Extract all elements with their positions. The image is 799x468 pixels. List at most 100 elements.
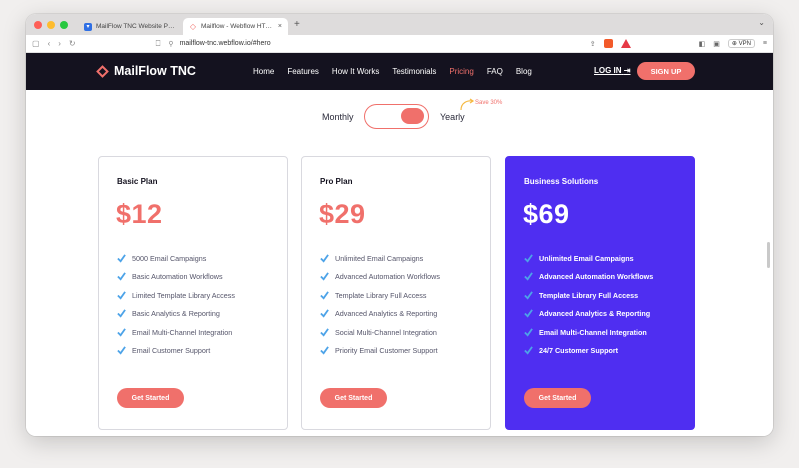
feature-text: 24/7 Customer Support bbox=[539, 346, 619, 356]
feature-text: Advanced Analytics & Reporting bbox=[335, 309, 438, 319]
check-icon bbox=[117, 309, 126, 318]
plan-price: $29 bbox=[319, 199, 366, 229]
feature-item: 24/7 Customer Support bbox=[524, 342, 653, 361]
rewards-icon[interactable] bbox=[620, 39, 631, 48]
check-icon bbox=[320, 346, 329, 355]
nav-how-it-works[interactable]: How It Works bbox=[332, 67, 379, 76]
window-controls bbox=[34, 20, 68, 29]
get-started-button[interactable]: Get Started bbox=[117, 388, 184, 408]
toggle-knob bbox=[401, 108, 424, 124]
bookmark-icon[interactable]: ⎕ bbox=[156, 39, 161, 49]
tab-title: MailFlow TNC Website Page Tem… bbox=[96, 23, 177, 30]
plan-card-business: Business Solutions $69 Unlimited Email C… bbox=[505, 156, 695, 430]
monthly-label[interactable]: Monthly bbox=[322, 112, 354, 122]
feature-text: Basic Automation Workflows bbox=[132, 272, 223, 282]
feature-item: Priority Email Customer Support bbox=[320, 342, 440, 361]
yearly-label[interactable]: Yearly bbox=[440, 112, 465, 122]
get-started-button[interactable]: Get Started bbox=[524, 388, 591, 408]
feature-item: 5000 Email Campaigns bbox=[117, 249, 235, 268]
check-icon bbox=[320, 291, 329, 300]
browser-window: ▾ MailFlow TNC Website Page Tem… ◇ Mailf… bbox=[26, 14, 773, 436]
feature-text: Basic Analytics & Reporting bbox=[132, 309, 220, 319]
login-link[interactable]: LOG IN ⇥ bbox=[594, 66, 631, 75]
site-settings-icon[interactable]: ⚲ bbox=[168, 40, 173, 48]
close-tab-icon[interactable]: × bbox=[278, 23, 282, 30]
billing-toggle-switch[interactable] bbox=[364, 104, 429, 129]
mailflow-favicon-icon: ◇ bbox=[189, 22, 197, 31]
plan-name: Business Solutions bbox=[524, 177, 599, 186]
feature-item: Template Library Full Access bbox=[320, 286, 440, 305]
reload-icon[interactable]: ↻ bbox=[69, 39, 76, 48]
nav-home[interactable]: Home bbox=[253, 67, 274, 76]
check-icon bbox=[117, 346, 126, 355]
nav-pricing[interactable]: Pricing bbox=[449, 67, 473, 76]
minimize-window-button[interactable] bbox=[47, 20, 55, 29]
check-icon bbox=[320, 328, 329, 337]
main-nav: Home Features How It Works Testimonials … bbox=[253, 67, 532, 76]
check-icon bbox=[117, 291, 126, 300]
plan-price: $69 bbox=[523, 199, 570, 229]
nav-testimonials[interactable]: Testimonials bbox=[392, 67, 436, 76]
back-icon[interactable]: ‹ bbox=[48, 39, 51, 48]
feature-text: Email Customer Support bbox=[132, 346, 211, 356]
check-icon bbox=[524, 254, 533, 263]
url-field[interactable]: ⚲ mailflow-tnc.webflow.io/#hero bbox=[168, 40, 270, 48]
plan-name: Pro Plan bbox=[320, 177, 353, 186]
close-window-button[interactable] bbox=[34, 20, 42, 29]
diamond-logo-icon bbox=[96, 64, 109, 78]
check-icon bbox=[117, 272, 126, 281]
check-icon bbox=[320, 309, 329, 318]
share-icon[interactable]: ⇪ bbox=[590, 40, 596, 48]
forward-icon[interactable]: › bbox=[58, 39, 61, 48]
feature-item: Basic Automation Workflows bbox=[117, 268, 235, 287]
check-icon bbox=[117, 254, 126, 263]
maximize-window-button[interactable] bbox=[60, 20, 68, 29]
feature-text: Priority Email Customer Support bbox=[335, 346, 438, 356]
plan-card-pro: Pro Plan $29 Unlimited Email Campaigns A… bbox=[301, 156, 491, 430]
feature-item: Advanced Analytics & Reporting bbox=[320, 305, 440, 324]
feature-text: Advanced Automation Workflows bbox=[335, 272, 440, 282]
menu-icon[interactable]: ≡ bbox=[763, 40, 767, 47]
feature-item: Email Customer Support bbox=[117, 342, 235, 361]
tab-mailflow-template[interactable]: ▾ MailFlow TNC Website Page Tem… bbox=[78, 18, 183, 35]
feature-text: Advanced Automation Workflows bbox=[539, 272, 654, 282]
feature-text: Template Library Full Access bbox=[539, 290, 639, 300]
get-started-button[interactable]: Get Started bbox=[320, 388, 387, 408]
sidebar-icon[interactable]: ◧ bbox=[699, 40, 706, 48]
signup-button[interactable]: SIGN UP bbox=[637, 62, 695, 80]
wallet-icon[interactable]: ▣ bbox=[713, 40, 720, 48]
check-icon bbox=[524, 346, 533, 355]
feature-list: Unlimited Email Campaigns Advanced Autom… bbox=[320, 249, 440, 360]
vpn-button[interactable]: ⊕ VPN bbox=[727, 39, 755, 48]
new-tab-button[interactable]: + bbox=[294, 19, 300, 30]
pricing-section: Monthly Yearly Save 30% Basic Plan $12 5… bbox=[26, 90, 773, 436]
brand-logo[interactable]: MailFlow TNC bbox=[96, 64, 196, 78]
tab-mailflow-webflow[interactable]: ◇ Mailflow - Webflow HTML w… × bbox=[183, 18, 288, 35]
nav-blog[interactable]: Blog bbox=[516, 67, 532, 76]
vpn-label: VPN bbox=[738, 41, 751, 47]
tab-strip: ▾ MailFlow TNC Website Page Tem… ◇ Mailf… bbox=[26, 14, 773, 35]
sidebar-toggle-icon[interactable]: ▢ bbox=[32, 39, 40, 48]
webflow-favicon-icon: ▾ bbox=[84, 22, 92, 31]
tab-menu-chevron-icon[interactable]: ⌄ bbox=[758, 18, 765, 27]
login-label: LOG IN bbox=[594, 66, 622, 75]
scrollbar-thumb[interactable] bbox=[767, 242, 770, 268]
nav-buttons: ▢ ‹ › ↻ bbox=[32, 39, 76, 48]
site-header: MailFlow TNC Home Features How It Works … bbox=[26, 53, 773, 90]
check-icon bbox=[320, 254, 329, 263]
feature-item: Advanced Automation Workflows bbox=[524, 268, 653, 287]
toolbar-right: ⇪ ◧ ▣ ⊕ VPN ≡ bbox=[590, 39, 767, 48]
nav-faq[interactable]: FAQ bbox=[487, 67, 503, 76]
feature-item: Limited Template Library Access bbox=[117, 286, 235, 305]
feature-item: Unlimited Email Campaigns bbox=[320, 249, 440, 268]
feature-text: Social Multi-Channel Integration bbox=[335, 327, 437, 337]
check-icon bbox=[524, 309, 533, 318]
feature-item: Template Library Full Access bbox=[524, 286, 653, 305]
feature-item: Basic Analytics & Reporting bbox=[117, 305, 235, 324]
feature-item: Advanced Analytics & Reporting bbox=[524, 305, 653, 324]
feature-item: Email Multi-Channel Integration bbox=[524, 323, 653, 342]
brave-shield-icon[interactable] bbox=[603, 39, 613, 48]
nav-features[interactable]: Features bbox=[287, 67, 319, 76]
plan-card-basic: Basic Plan $12 5000 Email Campaigns Basi… bbox=[98, 156, 288, 430]
feature-text: Email Multi-Channel Integration bbox=[132, 327, 233, 337]
